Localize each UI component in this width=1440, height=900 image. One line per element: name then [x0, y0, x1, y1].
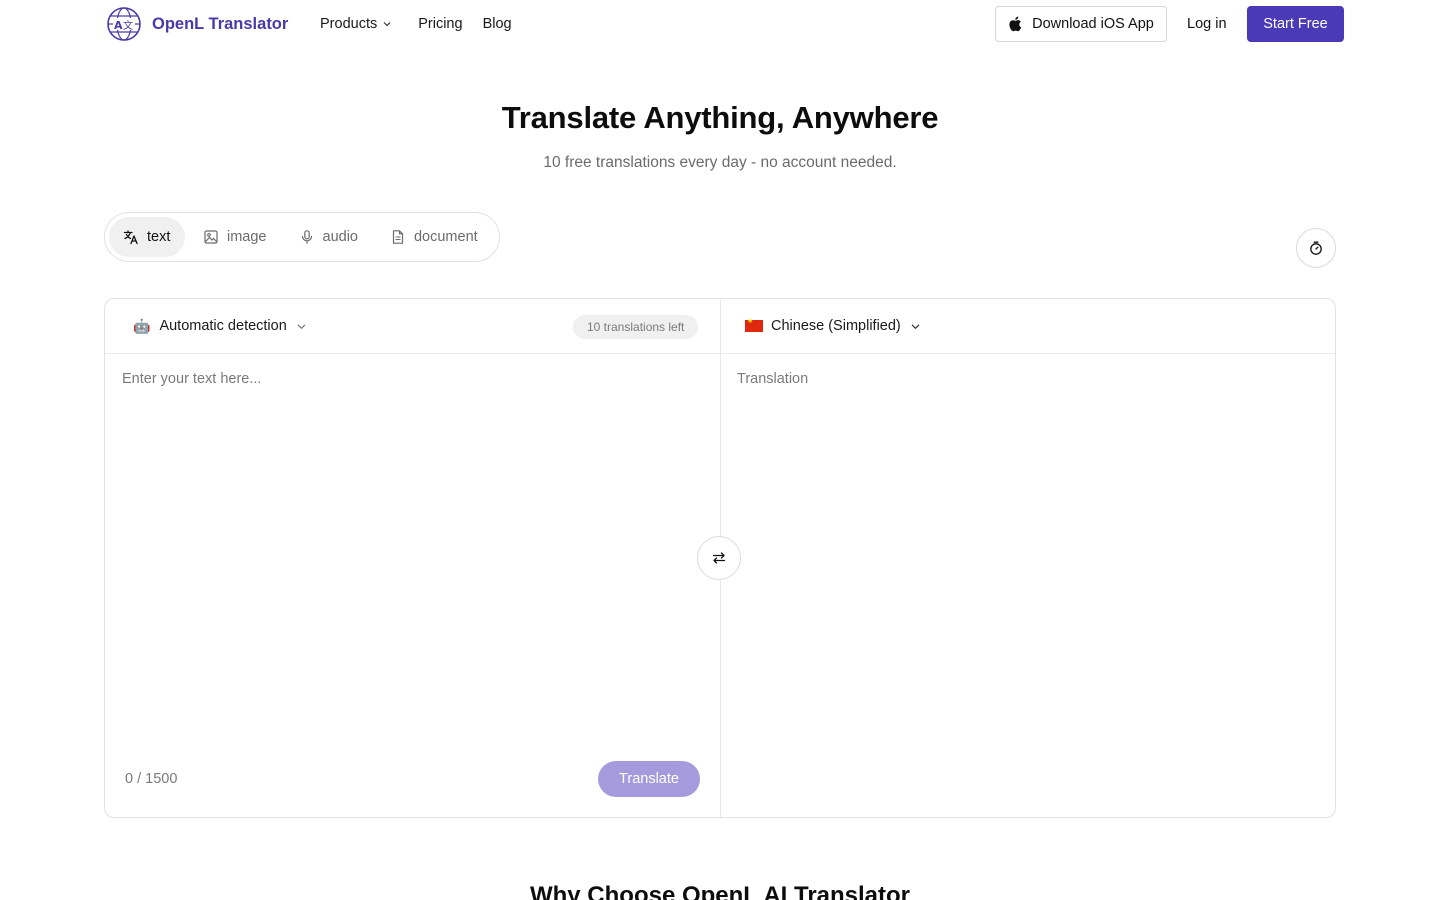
nav-products-label: Products	[320, 16, 378, 32]
source-text-input[interactable]	[122, 371, 707, 751]
tab-audio[interactable]: audio	[285, 217, 372, 257]
tab-text[interactable]: text	[109, 217, 185, 257]
source-language-label: Automatic detection	[159, 318, 287, 334]
tab-document[interactable]: document	[376, 217, 492, 257]
quota-badge: 10 translations left	[573, 315, 699, 339]
download-ios-button[interactable]: Download iOS App	[995, 6, 1167, 42]
apple-icon	[1009, 16, 1022, 32]
chevron-down-icon	[383, 22, 391, 27]
download-ios-label: Download iOS App	[1032, 16, 1154, 32]
section-heading: Why Choose OpenL AI Translator	[529, 882, 911, 900]
swap-languages-button[interactable]	[697, 536, 741, 580]
site-header: A 文 OpenL Translator Products Pricing Bl…	[0, 0, 1440, 48]
tab-audio-label: audio	[322, 229, 358, 245]
nav-products[interactable]: Products	[320, 16, 392, 32]
flag-china-icon	[745, 317, 763, 332]
login-button[interactable]: Log in	[1180, 6, 1234, 42]
chevron-down-icon	[297, 323, 306, 329]
robot-icon: 🤖	[133, 317, 151, 334]
source-language-select[interactable]: 🤖 Automatic detection	[133, 315, 307, 337]
image-icon	[204, 230, 218, 244]
brand-name: OpenL Translator	[152, 14, 289, 33]
page-subtitle: 10 free translations every day - no acco…	[543, 154, 897, 171]
document-icon	[392, 230, 404, 244]
globe-translate-icon: A 文	[107, 7, 141, 41]
mode-tabs: text image audio document	[104, 212, 500, 262]
microphone-icon	[301, 230, 312, 244]
translate-button[interactable]: Translate	[598, 761, 700, 797]
page-title: Translate Anything, Anywhere	[501, 100, 939, 135]
history-button[interactable]	[1296, 228, 1336, 268]
main-nav: Products Pricing Blog	[320, 0, 512, 48]
target-language-select[interactable]: Chinese (Simplified)	[745, 315, 921, 337]
tab-text-label: text	[147, 229, 171, 245]
timer-icon	[1310, 241, 1322, 255]
chevron-down-icon	[911, 323, 920, 329]
nav-pricing[interactable]: Pricing	[418, 16, 462, 32]
translation-output: Translation	[737, 371, 809, 387]
swap-icon	[712, 552, 726, 564]
svg-text:文: 文	[123, 19, 133, 32]
tab-image[interactable]: image	[189, 217, 281, 257]
nav-blog[interactable]: Blog	[483, 16, 512, 32]
translate-icon	[123, 230, 138, 245]
svg-text:A: A	[114, 19, 123, 32]
target-language-label: Chinese (Simplified)	[771, 318, 901, 334]
start-free-button[interactable]: Start Free	[1247, 6, 1344, 42]
character-count: 0 / 1500	[125, 771, 178, 787]
tab-document-label: document	[413, 229, 478, 245]
tab-image-label: image	[227, 229, 267, 245]
brand-logo[interactable]: A 文 OpenL Translator	[106, 6, 288, 42]
